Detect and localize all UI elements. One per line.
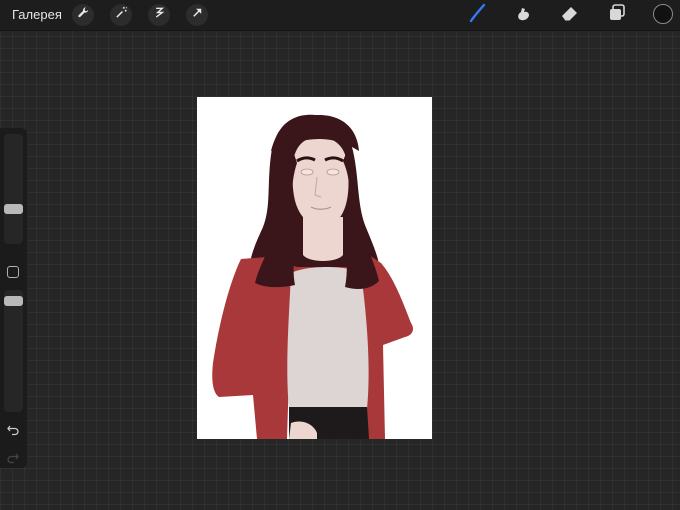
actions-button[interactable] xyxy=(72,4,94,26)
redo-icon xyxy=(6,451,20,468)
magic-wand-icon xyxy=(115,6,128,24)
color-picker-button[interactable] xyxy=(653,4,673,24)
undo-button[interactable] xyxy=(6,422,20,436)
brush-size-knob[interactable] xyxy=(4,204,23,214)
gallery-button[interactable]: Галерея xyxy=(12,7,62,22)
opacity-slider[interactable] xyxy=(4,290,23,412)
layers-button[interactable] xyxy=(605,3,629,27)
redo-button[interactable] xyxy=(6,450,20,464)
brush-icon xyxy=(467,2,489,29)
selection-icon xyxy=(153,6,166,24)
paint-tool-button[interactable] xyxy=(466,3,490,27)
layers-icon xyxy=(606,2,628,29)
smudge-tool-button[interactable] xyxy=(512,3,536,27)
opacity-knob[interactable] xyxy=(4,295,23,306)
wrench-icon xyxy=(77,6,90,24)
adjustments-button[interactable] xyxy=(110,4,132,26)
smudge-icon xyxy=(513,2,535,29)
left-eye xyxy=(300,168,314,176)
modify-button[interactable] xyxy=(7,266,19,278)
eraser-tool-button[interactable] xyxy=(558,3,582,27)
face xyxy=(292,137,349,226)
drawing-canvas[interactable] xyxy=(197,97,432,439)
eraser-icon xyxy=(559,2,581,29)
transform-arrow-icon xyxy=(191,6,204,24)
artwork-illustration xyxy=(212,114,413,439)
top-toolbar: Галерея xyxy=(0,0,680,31)
left-sidebar xyxy=(0,128,27,468)
transform-button[interactable] xyxy=(186,4,208,26)
undo-icon xyxy=(6,423,20,440)
right-eye xyxy=(326,168,340,176)
selection-button[interactable] xyxy=(148,4,170,26)
brush-size-slider[interactable] xyxy=(4,134,23,244)
